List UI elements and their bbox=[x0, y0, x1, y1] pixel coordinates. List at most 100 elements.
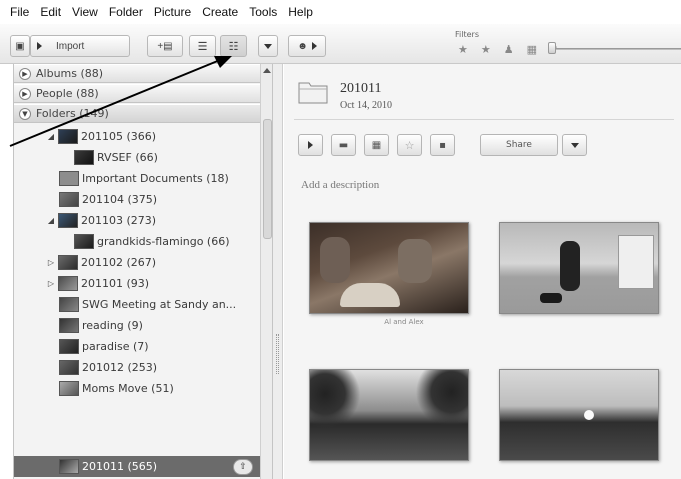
film-icon[interactable]: ▦ bbox=[527, 43, 537, 56]
dog-shape bbox=[540, 293, 562, 303]
tree-item-label: reading (9) bbox=[82, 319, 143, 332]
star-outline-icon[interactable]: ★ bbox=[481, 43, 491, 56]
filter-slider-knob[interactable] bbox=[548, 42, 556, 54]
folder-thumbnail bbox=[58, 255, 78, 270]
tree-item-label: grandkids-flamingo (66) bbox=[97, 235, 230, 248]
tree-item-selected[interactable]: 201011 (565) bbox=[14, 456, 260, 477]
screen-icon: ▬ bbox=[338, 139, 349, 151]
menu-edit[interactable]: Edit bbox=[40, 5, 61, 19]
upload-button[interactable]: ⇧ bbox=[233, 459, 253, 475]
tree-item[interactable]: ▷ 201101 (93) bbox=[46, 273, 149, 294]
photo-thumbnail[interactable] bbox=[499, 222, 659, 314]
expander-icon[interactable]: ◢ bbox=[46, 132, 56, 141]
tree-item[interactable]: grandkids-flamingo (66) bbox=[74, 231, 230, 252]
collage-button[interactable]: ▦ bbox=[364, 134, 389, 156]
add-folder-icon: +▤ bbox=[157, 40, 173, 52]
tree-view-button[interactable]: ☷ bbox=[220, 35, 247, 57]
cake-shape bbox=[340, 283, 400, 307]
photo-thumbnail[interactable] bbox=[499, 369, 659, 461]
share-dropdown-button[interactable] bbox=[562, 134, 587, 156]
expander-icon[interactable]: ▷ bbox=[46, 258, 56, 267]
menu-picture[interactable]: Picture bbox=[154, 5, 191, 19]
folder-thumbnail bbox=[58, 276, 78, 291]
tree-item[interactable]: SWG Meeting at Sandy an... bbox=[59, 294, 236, 315]
expander-icon[interactable]: ▷ bbox=[46, 279, 56, 288]
menu-file[interactable]: File bbox=[10, 5, 29, 19]
play-slideshow-button[interactable] bbox=[298, 134, 323, 156]
tree-item-label: 201102 (267) bbox=[81, 256, 157, 269]
expand-icon[interactable]: ▶ bbox=[19, 88, 31, 100]
folder-thumbnail bbox=[74, 150, 94, 165]
tree-item[interactable]: Important Documents (18) bbox=[59, 168, 229, 189]
tree-item[interactable]: 201104 (375) bbox=[59, 189, 157, 210]
slideshow-button[interactable]: ☻ bbox=[288, 35, 326, 57]
tree-item-label: 201104 (375) bbox=[82, 193, 158, 206]
folder-thumbnail bbox=[59, 297, 79, 312]
view-options-dropdown[interactable] bbox=[258, 35, 278, 57]
folder-date: Oct 14, 2010 bbox=[340, 100, 392, 111]
chevron-down-icon bbox=[264, 43, 272, 49]
tree-item-label: 201105 (366) bbox=[81, 130, 157, 143]
albums-section[interactable]: ▶ Albums (88) bbox=[14, 64, 260, 83]
filter-icons: ★ ★ ♟ ▦ ↑ bbox=[458, 43, 559, 56]
screen-button[interactable]: ▬ bbox=[331, 134, 356, 156]
save-button[interactable]: ▪ bbox=[430, 134, 455, 156]
folder-thumbnail bbox=[59, 171, 79, 186]
share-button[interactable]: Share bbox=[480, 134, 558, 156]
menu-tools[interactable]: Tools bbox=[249, 5, 277, 19]
tree-item[interactable]: Moms Move (51) bbox=[59, 378, 174, 399]
description-field[interactable]: Add a description bbox=[301, 179, 379, 191]
sidebar-scrollbar[interactable] bbox=[260, 64, 272, 479]
tree-item-label: 201011 (565) bbox=[82, 460, 158, 473]
tree-item-label: 201103 (273) bbox=[81, 214, 157, 227]
tree-item[interactable]: paradise (7) bbox=[59, 336, 149, 357]
photo-thumbnail[interactable] bbox=[309, 369, 469, 461]
scroll-up-icon[interactable] bbox=[263, 68, 271, 73]
folder-thumbnail bbox=[59, 360, 79, 375]
tree-item[interactable]: ▷ 201102 (267) bbox=[46, 252, 156, 273]
photo-thumbnail[interactable] bbox=[309, 222, 469, 314]
filter-slider[interactable] bbox=[556, 48, 681, 50]
tree-item-label: SWG Meeting at Sandy an... bbox=[82, 298, 237, 311]
tree-item[interactable]: RVSEF (66) bbox=[74, 147, 158, 168]
add-folder-button[interactable]: +▤ bbox=[147, 35, 183, 57]
star-icon[interactable]: ★ bbox=[458, 43, 468, 56]
list-view-button[interactable]: ☰ bbox=[189, 35, 216, 57]
person-icon[interactable]: ♟ bbox=[504, 43, 514, 56]
menu-help[interactable]: Help bbox=[288, 5, 313, 19]
sign-shape bbox=[618, 235, 654, 289]
tree-item-label: paradise (7) bbox=[82, 340, 149, 353]
tree-item[interactable]: 201012 (253) bbox=[59, 357, 157, 378]
share-label: Share bbox=[506, 140, 532, 150]
tree-item-label: Moms Move (51) bbox=[82, 382, 174, 395]
import-dropdown-button[interactable]: Import bbox=[30, 35, 130, 57]
tree-item[interactable]: ◢ 201105 (366) bbox=[46, 126, 156, 147]
people-section[interactable]: ▶ People (88) bbox=[14, 84, 260, 103]
tree-item[interactable]: reading (9) bbox=[59, 315, 143, 336]
menu-folder[interactable]: Folder bbox=[109, 5, 143, 19]
menu-view[interactable]: View bbox=[72, 5, 98, 19]
tree-item[interactable]: ◢ 201103 (273) bbox=[46, 210, 156, 231]
expand-icon[interactable]: ▶ bbox=[19, 68, 31, 80]
save-icon: ▪ bbox=[439, 139, 446, 151]
folder-title: 201011 bbox=[340, 81, 382, 96]
folder-thumbnail bbox=[59, 339, 79, 354]
folder-thumbnail bbox=[59, 318, 79, 333]
folder-thumbnail bbox=[59, 381, 79, 396]
upload-icon: ⇧ bbox=[239, 462, 247, 472]
people-label: People (88) bbox=[36, 87, 99, 100]
people-icon: ☻ bbox=[297, 40, 308, 52]
expander-icon[interactable]: ◢ bbox=[46, 216, 56, 225]
favorite-button[interactable]: ☆ bbox=[397, 134, 422, 156]
menu-bar: File Edit View Folder Picture Create Too… bbox=[0, 0, 681, 24]
menu-create[interactable]: Create bbox=[202, 5, 238, 19]
collapse-icon[interactable]: ▼ bbox=[19, 108, 31, 120]
import-button[interactable]: ▣ bbox=[10, 35, 30, 57]
star-outline-icon: ☆ bbox=[404, 138, 415, 152]
sun-shape bbox=[584, 410, 594, 420]
panel-splitter[interactable] bbox=[273, 64, 283, 479]
folders-section[interactable]: ▼ Folders (149) bbox=[14, 104, 260, 123]
splitter-grip[interactable] bbox=[276, 334, 279, 374]
scrollbar-thumb[interactable] bbox=[263, 119, 272, 239]
folder-thumbnail bbox=[59, 192, 79, 207]
